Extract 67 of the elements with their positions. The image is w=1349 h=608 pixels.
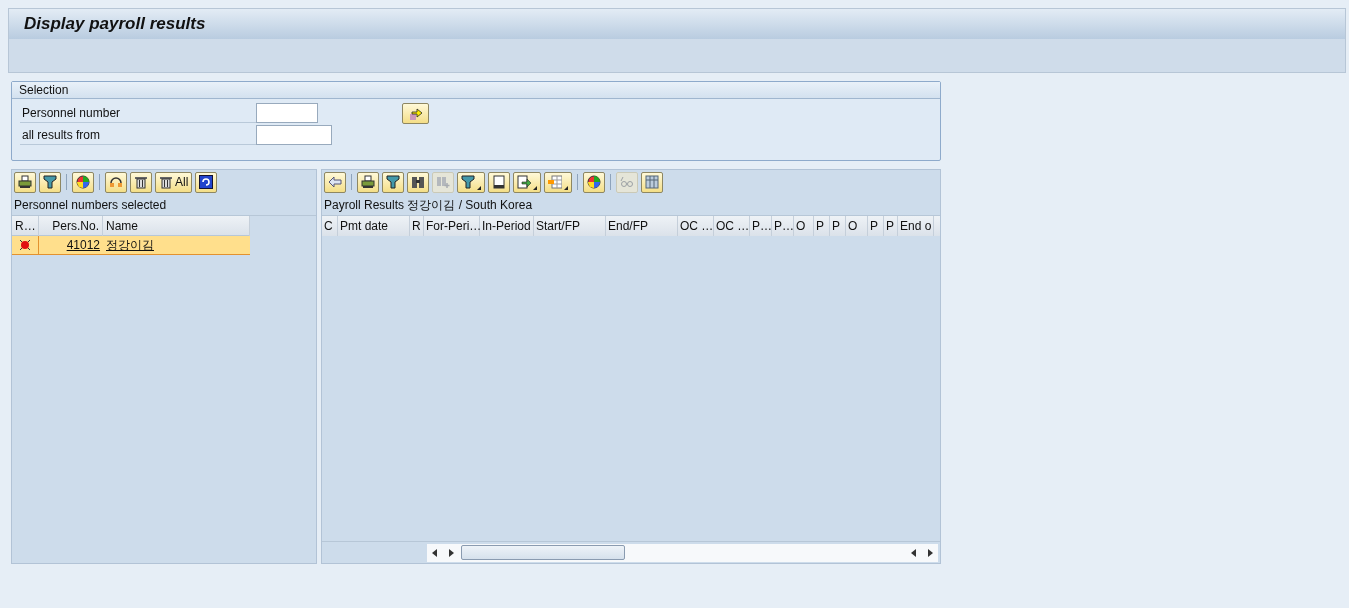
column-header[interactable]: P… <box>772 216 794 236</box>
scroll-thumb[interactable] <box>461 545 625 560</box>
name-link[interactable]: 정강이김 <box>103 236 157 254</box>
toolbar-button[interactable] <box>195 171 218 193</box>
color-wheel-icon <box>587 175 601 189</box>
grid-icon <box>645 175 659 189</box>
column-header[interactable]: P <box>868 216 884 236</box>
layout-grid-icon <box>548 175 562 189</box>
printer-icon <box>361 175 375 189</box>
window-title: Display payroll results <box>24 13 206 36</box>
table-row[interactable]: 41012 정강이김 <box>12 236 250 255</box>
toolbar-button[interactable]: All <box>155 171 193 193</box>
panel-title: Selection <box>19 82 69 99</box>
column-header[interactable]: P… <box>750 216 772 236</box>
column-header[interactable]: P <box>884 216 898 236</box>
glasses-icon <box>620 175 634 189</box>
column-header[interactable]: P <box>830 216 846 236</box>
toolbar-button[interactable] <box>457 171 485 193</box>
horizontal-scrollbar[interactable] <box>427 543 938 562</box>
toolbar-button[interactable] <box>130 171 152 193</box>
field-label: Personnel number <box>20 102 256 123</box>
right-arrow-icon <box>408 106 423 121</box>
toolbar-button[interactable] <box>382 171 404 193</box>
list-title: Payroll Results 정강이김 / South Korea <box>324 196 533 214</box>
toolbar-button[interactable] <box>72 171 94 193</box>
filter-icon <box>461 175 475 189</box>
column-header[interactable]: O <box>846 216 868 236</box>
personnel-number-link[interactable]: 41012 <box>39 236 103 254</box>
column-header[interactable]: Pmt date <box>338 216 410 236</box>
toolbar-button[interactable] <box>583 171 605 193</box>
toolbar-button[interactable] <box>14 171 36 193</box>
column-header[interactable]: R <box>410 216 424 236</box>
color-wheel-icon <box>76 175 90 189</box>
export-icon <box>517 175 531 189</box>
execute-button[interactable] <box>402 103 429 124</box>
filter-icon <box>386 175 400 189</box>
column-header[interactable]: OC … <box>714 216 750 236</box>
input-field[interactable] <box>256 102 318 123</box>
column-header[interactable]: In-Period <box>480 216 534 236</box>
column-header[interactable]: O <box>794 216 814 236</box>
list-title: Personnel numbers selected <box>14 196 167 214</box>
column-header[interactable]: End o <box>898 216 935 236</box>
trash-icon <box>134 175 148 189</box>
toolbar-button[interactable] <box>407 171 429 193</box>
column-header[interactable]: For-Peri… <box>424 216 480 236</box>
printer-icon <box>18 175 32 189</box>
field-label: all results from <box>20 124 256 145</box>
column-header[interactable]: Start/FP <box>534 216 606 236</box>
refresh-icon <box>199 175 214 189</box>
trash-icon <box>159 175 173 189</box>
left-arrow-icon <box>328 175 342 189</box>
headset-icon <box>109 175 123 189</box>
binoculars-plus-icon <box>436 175 450 189</box>
page-icon <box>492 175 506 189</box>
column-header[interactable]: P <box>814 216 830 236</box>
column-header[interactable]: End/FP <box>606 216 678 236</box>
input-field[interactable] <box>256 124 332 145</box>
status-light-icon <box>19 239 31 251</box>
toolbar-button[interactable] <box>39 171 61 193</box>
binoculars-icon <box>411 175 425 189</box>
toolbar-button[interactable] <box>488 171 510 193</box>
toolbar-button[interactable] <box>513 171 541 193</box>
toolbar-button[interactable] <box>105 171 127 193</box>
toolbar-button[interactable] <box>357 171 379 193</box>
filter-icon <box>43 175 57 189</box>
column-header[interactable]: C <box>322 216 338 236</box>
column-header[interactable]: OC … <box>678 216 714 236</box>
